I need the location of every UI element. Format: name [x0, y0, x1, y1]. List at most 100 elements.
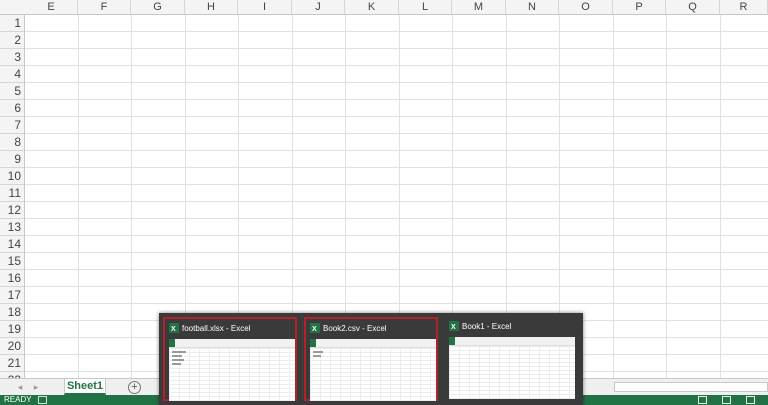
grid-line: [25, 31, 768, 32]
row-header[interactable]: 5: [0, 83, 24, 100]
add-sheet-icon[interactable]: +: [128, 381, 141, 394]
thumbnail-text: [172, 351, 186, 353]
grid-line: [25, 201, 768, 202]
sheet-tab-sheet1[interactable]: Sheet1: [64, 379, 106, 395]
column-header-h[interactable]: H: [185, 0, 238, 14]
horizontal-scrollbar[interactable]: [614, 382, 768, 392]
column-header-j[interactable]: J: [292, 0, 345, 14]
thumbnail-accent: [449, 337, 455, 345]
column-header-n[interactable]: N: [506, 0, 559, 14]
column-header-bar: E F G H I J K L M N O P Q R: [0, 0, 768, 15]
grid-line: [78, 15, 79, 378]
grid-line: [25, 252, 768, 253]
column-header-k[interactable]: K: [345, 0, 399, 14]
svg-text:X: X: [451, 324, 456, 331]
excel-icon: X: [310, 323, 320, 333]
row-header[interactable]: 9: [0, 151, 24, 168]
thumbnail-ribbon: [310, 339, 436, 348]
grid-line: [25, 184, 768, 185]
row-header[interactable]: 11: [0, 185, 24, 202]
thumbnail-text: [313, 351, 323, 353]
taskbar-preview-popup: X football.xlsx - Excel X Book2.csv - Ex…: [159, 313, 583, 405]
thumbnail-accent: [310, 339, 316, 347]
thumbnail-accent: [169, 339, 175, 347]
column-header-r[interactable]: R: [720, 0, 768, 14]
excel-icon: X: [449, 321, 459, 331]
grid-line: [25, 82, 768, 83]
grid-line: [25, 269, 768, 270]
grid-line: [25, 48, 768, 49]
thumbnail-text: [172, 355, 182, 357]
column-header-g[interactable]: G: [131, 0, 185, 14]
row-header[interactable]: 17: [0, 287, 24, 304]
grid-line: [131, 15, 132, 378]
window-thumbnail: [169, 339, 295, 401]
thumbnail-ribbon: [449, 337, 575, 346]
grid-line: [25, 99, 768, 100]
window-preview-football[interactable]: X football.xlsx - Excel: [163, 317, 297, 401]
column-header-m[interactable]: M: [452, 0, 506, 14]
thumbnail-grid: [449, 346, 575, 399]
svg-text:X: X: [312, 326, 317, 333]
grid-line: [25, 218, 768, 219]
column-header-i[interactable]: I: [238, 0, 292, 14]
window-preview-title: football.xlsx - Excel: [182, 324, 251, 333]
grid-line: [25, 133, 768, 134]
column-header-o[interactable]: O: [559, 0, 613, 14]
window-preview-title: Book1 - Excel: [462, 322, 512, 331]
row-header[interactable]: 8: [0, 134, 24, 151]
row-header[interactable]: 12: [0, 202, 24, 219]
grid-line: [25, 286, 768, 287]
window-preview-book2[interactable]: X Book2.csv - Excel: [304, 317, 438, 401]
row-header[interactable]: 10: [0, 168, 24, 185]
grid-line: [25, 116, 768, 117]
window-preview-book1[interactable]: X Book1 - Excel: [445, 317, 579, 401]
thumbnail-grid: [310, 348, 436, 401]
row-header[interactable]: 2: [0, 32, 24, 49]
next-sheet-arrow-icon[interactable]: ▸: [30, 381, 42, 393]
row-header[interactable]: 20: [0, 338, 24, 355]
status-text: READY: [4, 395, 32, 404]
macro-record-icon[interactable]: [38, 396, 47, 404]
window-thumbnail: [449, 337, 575, 399]
page-layout-view-icon[interactable]: [722, 396, 731, 404]
row-header-bar: 1 2 3 4 5 6 7 8 9 10 11 12 13 14 15 16 1…: [0, 15, 25, 378]
row-header[interactable]: 15: [0, 253, 24, 270]
grid-line: [25, 65, 768, 66]
row-header[interactable]: 3: [0, 49, 24, 66]
row-header[interactable]: 1: [0, 15, 24, 32]
row-header[interactable]: 6: [0, 100, 24, 117]
thumbnail-grid: [169, 348, 295, 401]
row-header[interactable]: 18: [0, 304, 24, 321]
excel-icon: X: [169, 323, 179, 333]
column-header-f[interactable]: F: [78, 0, 131, 14]
thumbnail-text: [172, 363, 181, 365]
normal-view-icon[interactable]: [698, 396, 707, 404]
row-header[interactable]: 21: [0, 355, 24, 372]
row-header[interactable]: 19: [0, 321, 24, 338]
grid-line: [25, 235, 768, 236]
grid-line: [720, 15, 721, 378]
grid-line: [25, 150, 768, 151]
column-header-q[interactable]: Q: [666, 0, 720, 14]
grid-line: [666, 15, 667, 378]
row-header[interactable]: 14: [0, 236, 24, 253]
row-header[interactable]: 7: [0, 117, 24, 134]
row-header[interactable]: 4: [0, 66, 24, 83]
grid-line: [613, 15, 614, 378]
grid-line: [25, 303, 768, 304]
row-header[interactable]: 16: [0, 270, 24, 287]
thumbnail-ribbon: [169, 339, 295, 348]
page-break-view-icon[interactable]: [746, 396, 755, 404]
svg-text:X: X: [171, 326, 176, 333]
column-header-e[interactable]: E: [25, 0, 78, 14]
window-preview-title: Book2.csv - Excel: [323, 324, 387, 333]
previous-sheet-arrow-icon[interactable]: ◂: [14, 381, 26, 393]
column-header-p[interactable]: P: [613, 0, 666, 14]
thumbnail-text: [172, 359, 184, 361]
column-header-l[interactable]: L: [399, 0, 452, 14]
grid-line: [25, 167, 768, 168]
thumbnail-text: [313, 355, 321, 357]
row-header[interactable]: 13: [0, 219, 24, 236]
window-thumbnail: [310, 339, 436, 401]
